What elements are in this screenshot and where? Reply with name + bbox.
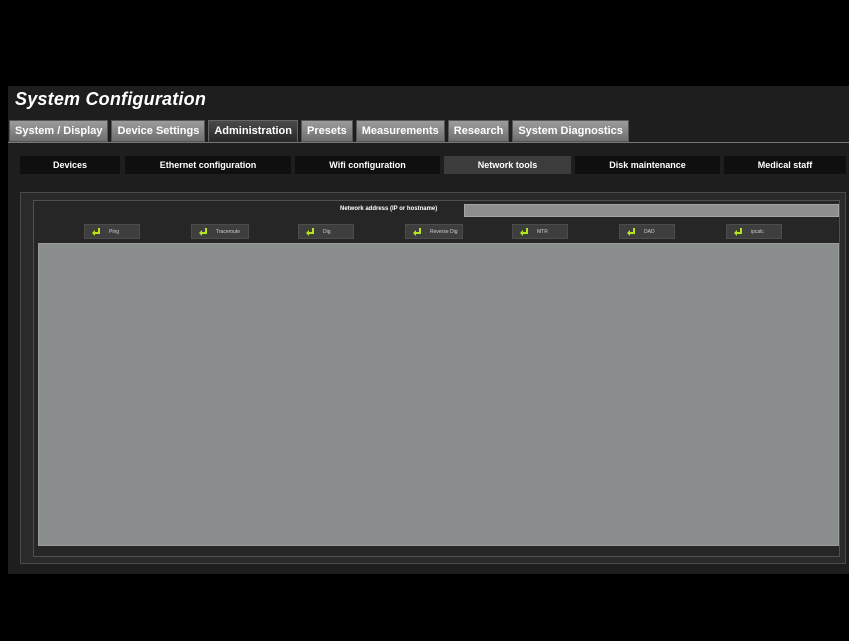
command-output-area[interactable]	[38, 243, 839, 546]
dad-button[interactable]: DAD	[619, 224, 675, 239]
enter-arrow-icon	[91, 227, 101, 237]
dad-label: DAD	[644, 228, 655, 235]
ipcalc-label: ipcalc	[751, 228, 764, 235]
reverse-dig-button[interactable]: Reverse Dig	[405, 224, 463, 239]
tab-system-diagnostics[interactable]: System Diagnostics	[512, 120, 629, 142]
tab-research[interactable]: Research	[447, 120, 510, 142]
network-tools-panel: Network address (IP or hostname) Ping Tr…	[20, 192, 846, 564]
traceroute-label: Traceroute	[216, 228, 240, 235]
enter-arrow-icon	[305, 227, 315, 237]
page-title: System Configuration	[15, 89, 207, 109]
tab-bar-divider	[8, 142, 849, 143]
sub-tab-bar: Devices Ethernet configuration Wifi conf…	[20, 156, 846, 174]
enter-arrow-icon	[733, 227, 743, 237]
subtab-disk-maintenance[interactable]: Disk maintenance	[575, 156, 720, 174]
enter-arrow-icon	[412, 227, 422, 237]
tab-presets[interactable]: Presets	[300, 120, 353, 142]
tab-measurements[interactable]: Measurements	[355, 120, 445, 142]
tab-administration[interactable]: Administration	[208, 120, 298, 142]
subtab-wifi-configuration[interactable]: Wifi configuration	[295, 156, 440, 174]
subtab-ethernet-configuration[interactable]: Ethernet configuration	[125, 156, 291, 174]
system-configuration-window: System Configuration System / Display De…	[8, 86, 849, 574]
reverse-dig-label: Reverse Dig	[430, 228, 458, 235]
ping-button[interactable]: Ping	[84, 224, 140, 239]
main-tab-bar: System / Display Device Settings Adminis…	[9, 120, 629, 142]
subtab-devices[interactable]: Devices	[20, 156, 120, 174]
mtr-button[interactable]: MTR	[512, 224, 568, 239]
network-address-input[interactable]	[464, 204, 839, 217]
network-tools-frame: Network address (IP or hostname) Ping Tr…	[33, 200, 840, 557]
traceroute-button[interactable]: Traceroute	[191, 224, 249, 239]
ping-label: Ping	[109, 228, 120, 235]
mtr-label: MTR	[537, 228, 548, 235]
dig-button[interactable]: Dig	[298, 224, 354, 239]
tab-device-settings[interactable]: Device Settings	[111, 120, 206, 142]
tab-system-display[interactable]: System / Display	[9, 120, 109, 142]
dig-label: Dig	[323, 228, 331, 235]
subtab-medical-staff[interactable]: Medical staff	[724, 156, 846, 174]
enter-arrow-icon	[519, 227, 529, 237]
enter-arrow-icon	[198, 227, 208, 237]
ipcalc-button[interactable]: ipcalc	[726, 224, 782, 239]
subtab-network-tools[interactable]: Network tools	[444, 156, 571, 174]
enter-arrow-icon	[626, 227, 636, 237]
network-address-label: Network address (IP or hostname)	[340, 206, 438, 212]
